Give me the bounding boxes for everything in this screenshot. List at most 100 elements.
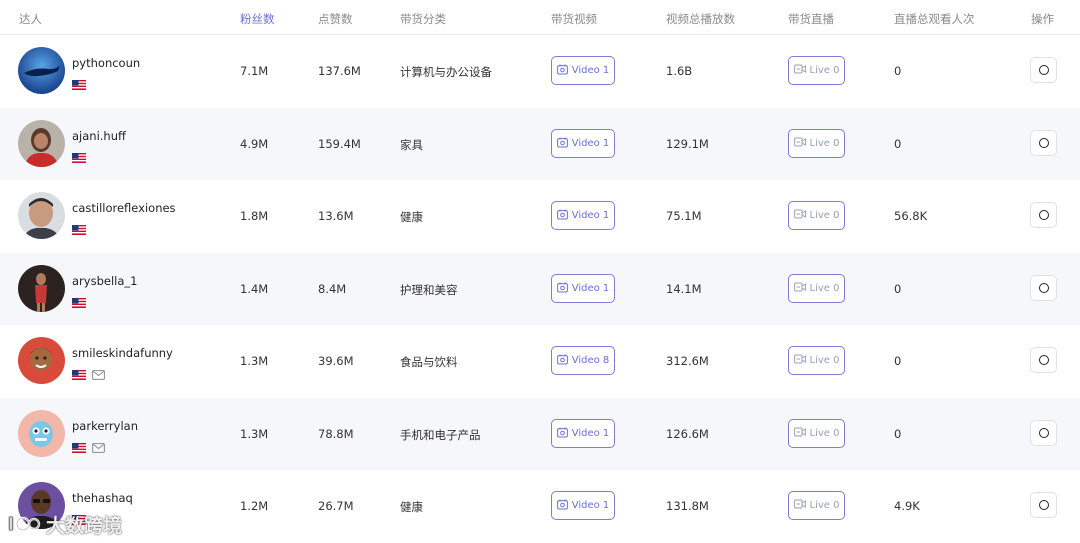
us-flag-icon: [72, 365, 86, 380]
video-icon: [556, 499, 568, 513]
talent-name[interactable]: thehashaq: [72, 491, 133, 505]
us-flag-icon: [72, 293, 86, 308]
likes-value: 13.6M: [318, 209, 354, 223]
table-row[interactable]: castilloreflexiones 1.8M 13.6M 健康 Video 1 75.…: [0, 180, 1080, 252]
live-button[interactable]: Live 0: [788, 129, 845, 158]
header-actions: 操作: [1031, 12, 1054, 26]
us-flag-icon: [72, 75, 86, 90]
header-videos[interactable]: 带货视频: [551, 11, 597, 27]
table-row[interactable]: parkerrylan 1.3M 78.8M 手机和电子产品 Video 1 126.6M…: [0, 398, 1080, 470]
watermark-logo-icon: l: [8, 515, 41, 535]
avatar[interactable]: [18, 337, 65, 384]
video-button-label: Video 1: [571, 210, 610, 221]
video-views-value: 312.6M: [666, 354, 709, 368]
video-views-value: 75.1M: [666, 209, 702, 223]
avatar[interactable]: [18, 192, 65, 239]
live-viewers-value: 0: [894, 64, 902, 78]
live-camera-icon: [793, 209, 806, 222]
talent-name[interactable]: castilloreflexiones: [72, 201, 176, 215]
followers-value: 1.3M: [240, 354, 269, 368]
header-live[interactable]: 带货直播: [788, 11, 834, 27]
video-views-value: 129.1M: [666, 137, 709, 151]
video-button-label: Video 1: [571, 138, 610, 149]
circle-icon: [1038, 500, 1049, 510]
likes-value: 39.6M: [318, 354, 354, 368]
circle-icon: [1038, 355, 1049, 365]
live-button[interactable]: Live 0: [788, 201, 845, 230]
video-button[interactable]: Video 1: [551, 129, 615, 158]
mail-icon[interactable]: [92, 438, 105, 453]
video-views-value: 1.6B: [666, 64, 693, 78]
action-button[interactable]: [1030, 202, 1057, 228]
category-value: 计算机与办公设备: [400, 65, 492, 79]
live-button-label: Live 0: [809, 210, 840, 221]
action-button[interactable]: [1030, 420, 1057, 446]
video-button-label: Video 1: [571, 65, 610, 76]
live-button[interactable]: Live 0: [788, 56, 845, 85]
likes-value: 8.4M: [318, 282, 347, 296]
likes-value: 26.7M: [318, 499, 354, 513]
action-button[interactable]: [1030, 347, 1057, 373]
live-viewers-value: 0: [894, 137, 902, 151]
video-button[interactable]: Video 1: [551, 274, 615, 303]
video-button[interactable]: Video 1: [551, 491, 615, 520]
watermark: l 大数跨境: [8, 509, 122, 539]
live-button[interactable]: Live 0: [788, 346, 845, 375]
header-live-viewers[interactable]: 直播总观看人次: [894, 11, 975, 27]
video-icon: [556, 209, 568, 223]
circle-icon: [1038, 210, 1049, 220]
talent-name[interactable]: arysbella_1: [72, 274, 137, 288]
table-row[interactable]: arysbella_1 1.4M 8.4M 护理和美容 Video 1 14.1M Live…: [0, 253, 1080, 325]
us-flag-icon: [72, 220, 86, 235]
live-camera-icon: [793, 427, 806, 440]
action-button[interactable]: [1030, 492, 1057, 518]
table-row[interactable]: smileskindafunny 1.3M 39.6M 食品与饮料 Video 8 312…: [0, 325, 1080, 397]
table-row[interactable]: thehashaq 1.2M 26.7M 健康 Video 1 131.8M Live 0 4…: [0, 470, 1080, 542]
mail-icon[interactable]: [92, 365, 105, 380]
header-followers[interactable]: 粉丝数: [240, 11, 275, 27]
talent-name[interactable]: pythoncoun: [72, 56, 140, 70]
likes-value: 78.8M: [318, 427, 354, 441]
talent-name[interactable]: ajani.huff: [72, 129, 126, 143]
video-button[interactable]: Video 1: [551, 201, 615, 230]
action-button[interactable]: [1030, 130, 1057, 156]
action-button[interactable]: [1030, 57, 1057, 83]
action-button[interactable]: [1030, 275, 1057, 301]
live-button-label: Live 0: [809, 283, 840, 294]
category-value: 健康: [400, 210, 423, 224]
live-button-label: Live 0: [809, 65, 840, 76]
header-likes[interactable]: 点赞数: [318, 11, 353, 27]
us-flag-icon: [72, 438, 86, 453]
video-button[interactable]: Video 1: [551, 56, 615, 85]
video-views-value: 14.1M: [666, 282, 702, 296]
likes-value: 137.6M: [318, 64, 361, 78]
circle-icon: [1038, 65, 1049, 75]
talent-name[interactable]: parkerrylan: [72, 419, 138, 433]
avatar[interactable]: [18, 265, 65, 312]
table-row[interactable]: ajani.huff 4.9M 159.4M 家具 Video 1 129.1M Live …: [0, 108, 1080, 180]
category-value: 食品与饮料: [400, 355, 458, 369]
talent-name[interactable]: smileskindafunny: [72, 346, 173, 360]
avatar[interactable]: [18, 120, 65, 167]
avatar[interactable]: [18, 410, 65, 457]
category-value: 护理和美容: [400, 283, 458, 297]
followers-value: 7.1M: [240, 64, 269, 78]
live-viewers-value: 0: [894, 427, 902, 441]
header-video-views[interactable]: 视频总播放数: [666, 11, 735, 27]
us-flag-icon: [72, 148, 86, 163]
live-button[interactable]: Live 0: [788, 491, 845, 520]
followers-value: 4.9M: [240, 137, 269, 151]
video-button-label: Video 8: [571, 355, 610, 366]
video-button[interactable]: Video 8: [551, 346, 615, 375]
category-value: 家具: [400, 138, 423, 152]
live-viewers-value: 0: [894, 354, 902, 368]
table-row[interactable]: pythoncoun 7.1M 137.6M 计算机与办公设备 Video 1 1.6B L…: [0, 35, 1080, 107]
avatar[interactable]: [18, 47, 65, 94]
header-talent: 达人: [19, 12, 42, 26]
followers-value: 1.8M: [240, 209, 269, 223]
video-icon: [556, 64, 568, 78]
video-icon: [556, 427, 568, 441]
live-button[interactable]: Live 0: [788, 274, 845, 303]
video-button[interactable]: Video 1: [551, 419, 615, 448]
live-button[interactable]: Live 0: [788, 419, 845, 448]
